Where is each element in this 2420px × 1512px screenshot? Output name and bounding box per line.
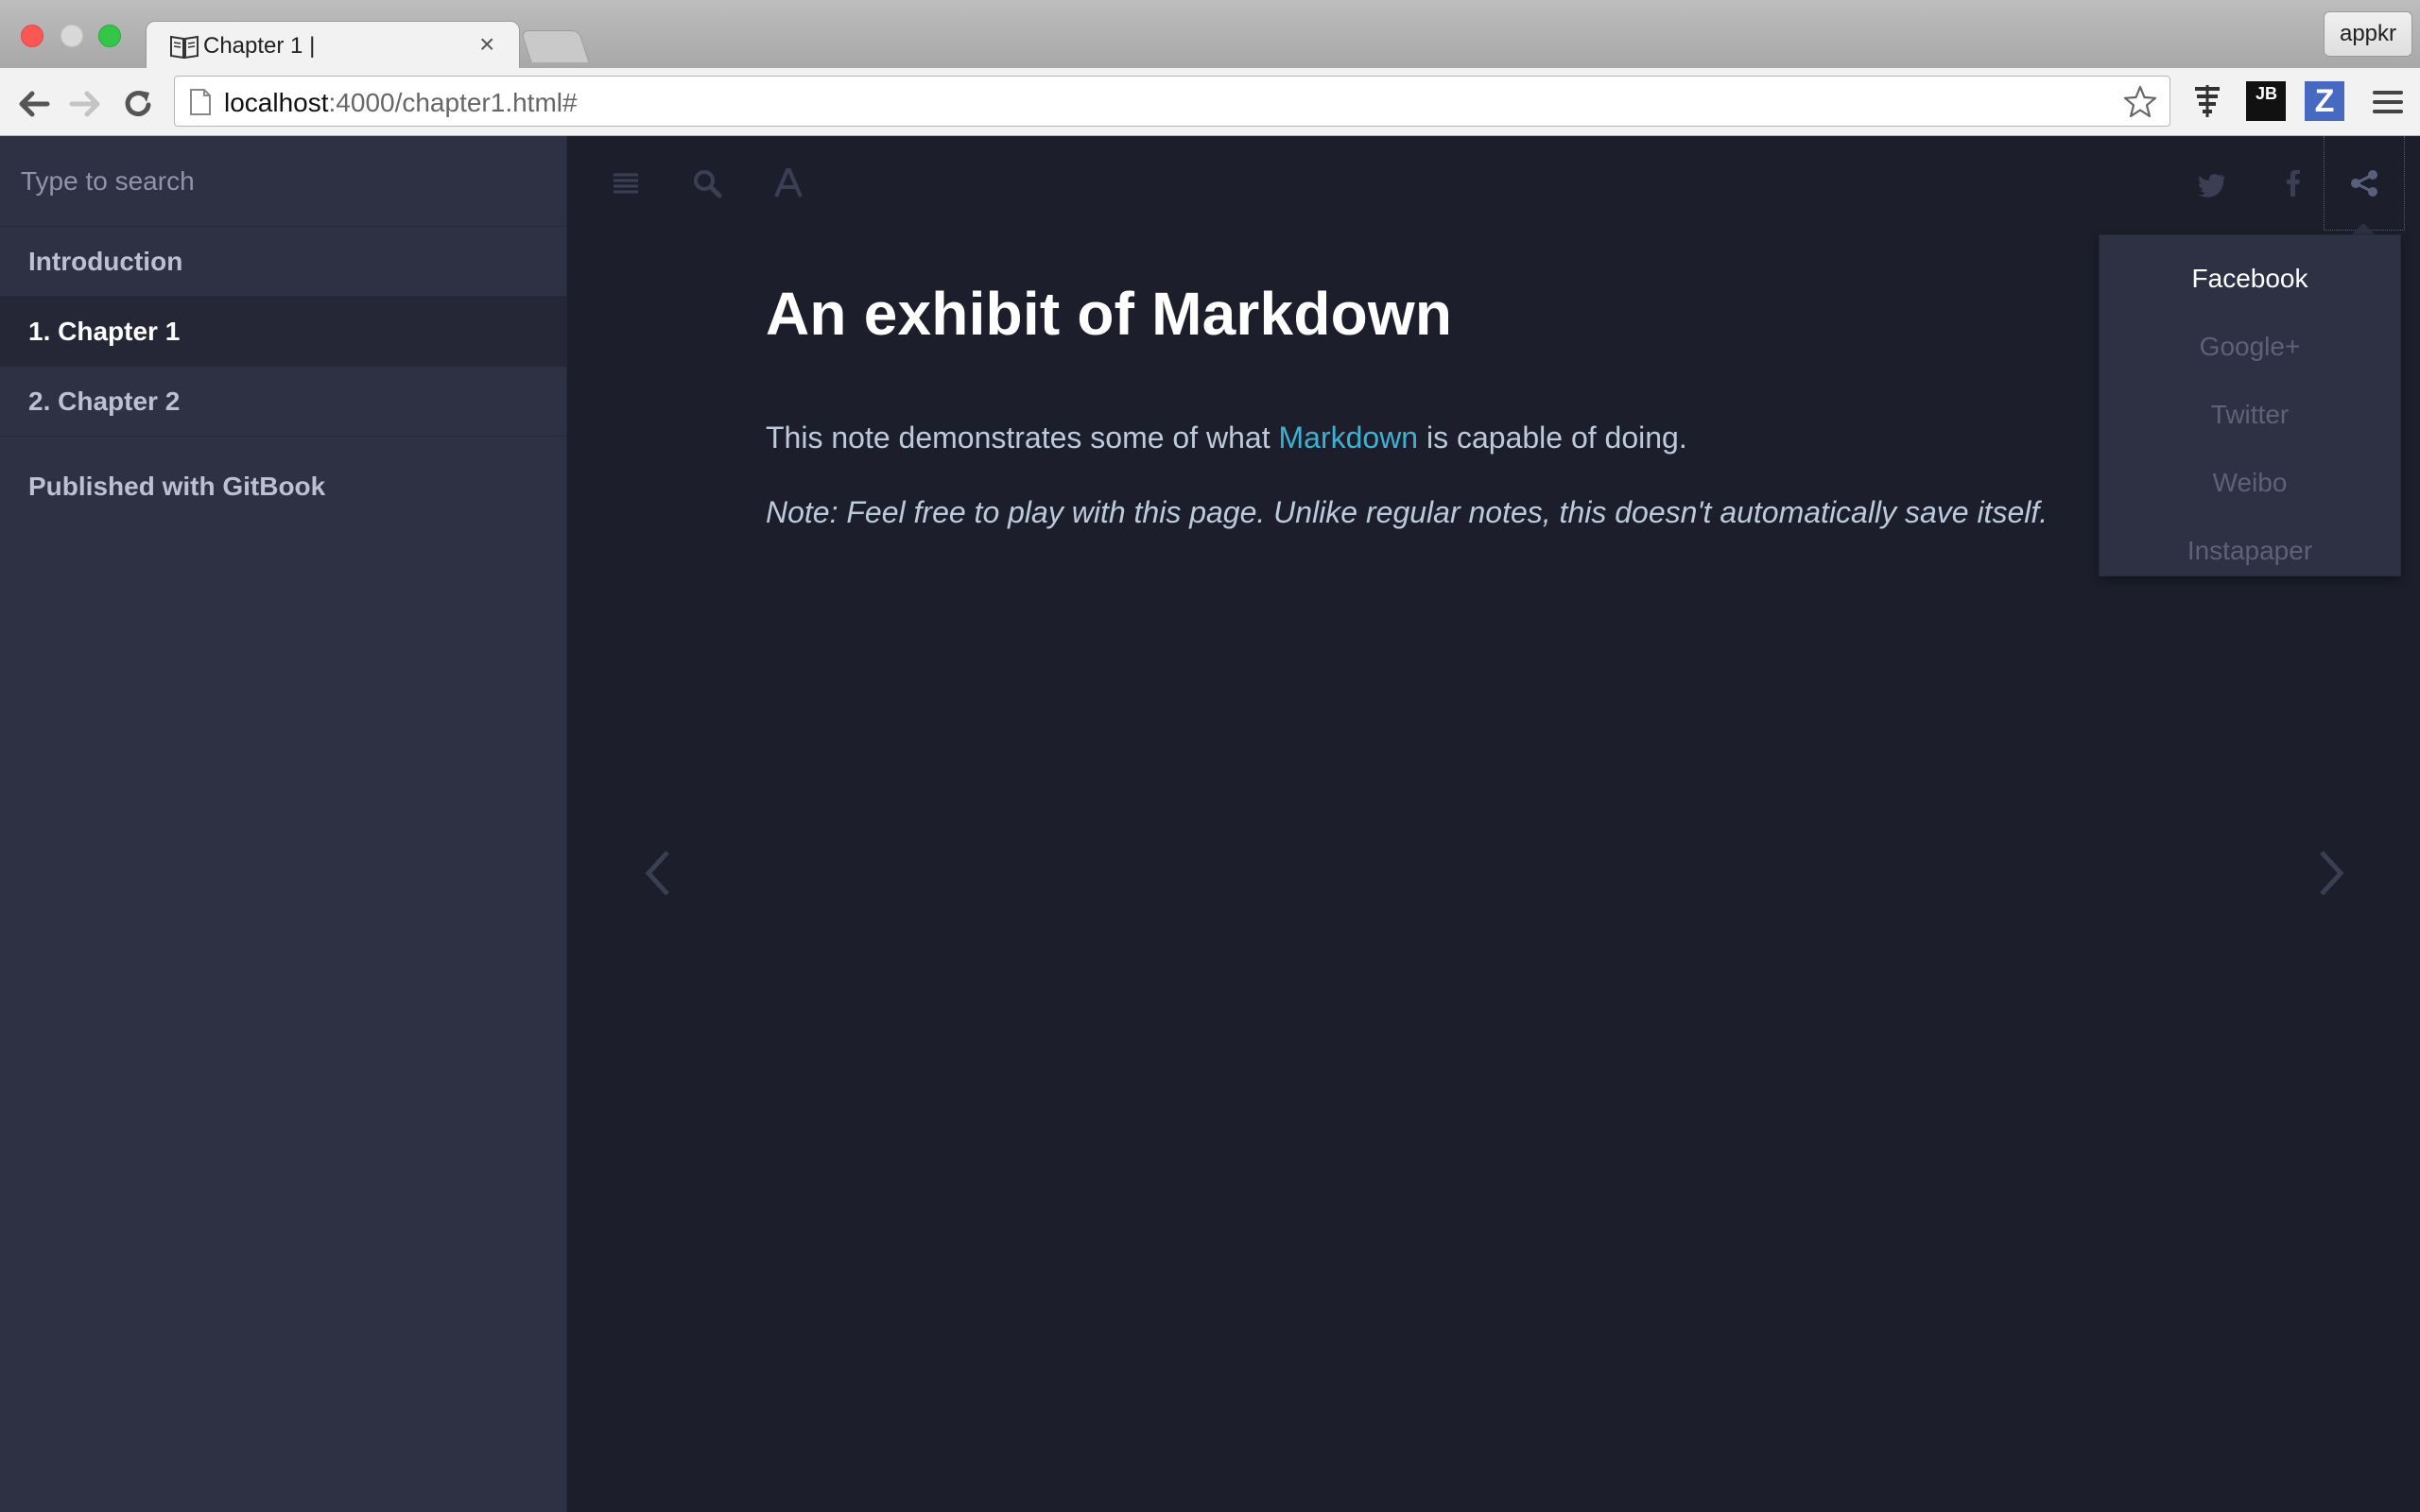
intro-text-start: This note demonstrates some of what — [766, 420, 1279, 455]
page-icon — [190, 89, 211, 115]
book-summary-sidebar: Introduction 1. Chapter 1 2. Chapter 2 P… — [0, 136, 567, 1512]
toggle-sidebar-icon[interactable] — [609, 166, 643, 200]
browser-tab-active[interactable]: Chapter 1 | × — [146, 21, 520, 70]
published-label: Published with GitBook — [28, 472, 326, 501]
url-host: localhost — [224, 88, 329, 117]
twitter-icon[interactable] — [2195, 166, 2229, 200]
page-title: An exhibit of Markdown — [766, 280, 1453, 348]
search-icon[interactable] — [690, 166, 724, 200]
bookmark-star-icon[interactable] — [2122, 84, 2158, 120]
extension-z-icon[interactable]: Z — [2305, 81, 2344, 121]
note-paragraph: Note: Feel free to play with this page. … — [766, 494, 2048, 529]
address-bar[interactable]: localhost:4000/chapter1.html# — [174, 76, 2170, 127]
close-window-button[interactable] — [21, 25, 43, 47]
sidebar-item-label: Introduction — [28, 247, 183, 276]
sidebar-item-introduction[interactable]: Introduction — [0, 227, 567, 297]
z-label: Z — [2314, 83, 2335, 119]
forward-arrow-icon[interactable] — [66, 85, 104, 123]
published-with-gitbook-link[interactable]: Published with GitBook — [0, 437, 567, 535]
book-header — [567, 136, 2420, 231]
url-path: :4000/chapter1.html# — [328, 88, 578, 117]
book-icon — [170, 35, 199, 60]
extension-jetbrains-icon[interactable]: JB — [2246, 81, 2286, 121]
minimize-window-button[interactable] — [60, 25, 83, 47]
book-body: Facebook Google+ Twitter Weibo Instapape… — [567, 136, 2420, 1512]
url-text: localhost:4000/chapter1.html# — [224, 88, 578, 118]
hamburger-menu-icon[interactable] — [2371, 85, 2405, 119]
share-icon — [2351, 170, 2377, 197]
sidebar-item-label: 2. Chapter 2 — [28, 387, 181, 416]
sidebar-item-chapter-1[interactable]: 1. Chapter 1 — [0, 297, 567, 367]
search-input[interactable] — [0, 136, 567, 227]
reload-icon[interactable] — [119, 85, 157, 123]
browser-tab-bar: Chapter 1 | × appkr — [0, 0, 2420, 70]
previous-page-chevron-icon[interactable] — [639, 845, 677, 902]
intro-text-end: is capable of doing. — [1418, 420, 1687, 455]
font-settings-icon[interactable] — [771, 166, 805, 200]
share-button[interactable] — [2324, 136, 2405, 231]
chapter-nav: Introduction 1. Chapter 1 2. Chapter 2 P… — [0, 227, 567, 535]
jb-label: JB — [2256, 84, 2278, 103]
intro-paragraph: This note demonstrates some of what Mark… — [766, 417, 2184, 459]
tab-title: Chapter 1 | — [203, 33, 316, 59]
sidebar-item-label: 1. Chapter 1 — [28, 317, 181, 346]
back-arrow-icon[interactable] — [15, 85, 53, 123]
markdown-link[interactable]: Markdown — [1278, 421, 1418, 455]
facebook-icon[interactable] — [2276, 166, 2310, 200]
maximize-window-button[interactable] — [98, 25, 121, 47]
new-tab-button[interactable] — [520, 30, 590, 62]
extension-antenna-icon[interactable] — [2187, 81, 2227, 121]
tab-close-button[interactable]: × — [479, 29, 494, 59]
sidebar-item-chapter-2[interactable]: 2. Chapter 2 — [0, 367, 567, 437]
profile-button[interactable]: appkr — [2324, 11, 2412, 57]
page-content: An exhibit of Markdown This note demonst… — [766, 278, 2184, 533]
next-page-chevron-icon[interactable] — [2312, 845, 2350, 902]
browser-toolbar: localhost:4000/chapter1.html# JB Z — [0, 68, 2420, 136]
